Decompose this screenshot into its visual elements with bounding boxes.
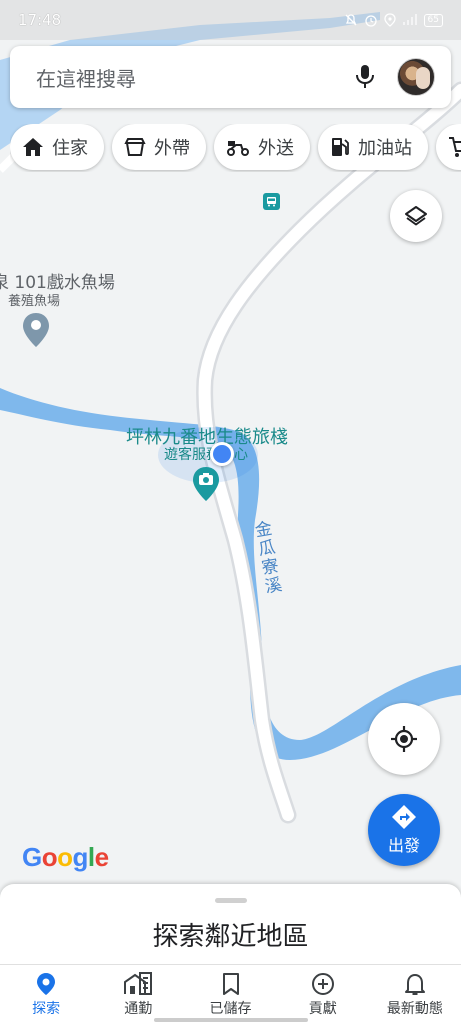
nav-saved[interactable]: 已儲存 bbox=[184, 965, 276, 1024]
home-indicator[interactable] bbox=[154, 1018, 308, 1022]
nav-saved-label: 已儲存 bbox=[209, 1000, 252, 1017]
chip-gas-station[interactable]: 加油站 bbox=[318, 124, 428, 170]
drag-handle[interactable] bbox=[215, 898, 247, 903]
nav-commute[interactable]: 通勤 bbox=[92, 965, 184, 1024]
nav-explore-label: 探索 bbox=[32, 1000, 61, 1017]
explore-bottom-sheet[interactable]: 探索鄰近地區 bbox=[0, 884, 461, 964]
chip-gas-station-label: 加油站 bbox=[358, 138, 412, 159]
microphone-icon[interactable] bbox=[351, 63, 379, 91]
category-chips: 住家 外帶 外送 加油站 bbox=[10, 124, 461, 172]
directions-label: 出發 bbox=[387, 836, 420, 855]
shopping-cart-icon bbox=[449, 137, 461, 157]
chip-takeout-label: 外帶 bbox=[154, 138, 190, 159]
nav-contribute[interactable]: 貢獻 bbox=[277, 965, 369, 1024]
nav-contribute-label: 貢獻 bbox=[308, 1000, 337, 1017]
home-icon bbox=[23, 138, 43, 156]
chip-home[interactable]: 住家 bbox=[10, 124, 104, 170]
search-input[interactable]: 在這裡搜尋 bbox=[36, 63, 351, 92]
nav-updates[interactable]: 最新動態 bbox=[369, 965, 461, 1024]
crosshair-icon bbox=[391, 726, 417, 752]
bookmark-icon bbox=[222, 972, 239, 995]
status-icons: 65 bbox=[344, 13, 443, 27]
nav-explore[interactable]: 探索 bbox=[0, 965, 92, 1024]
chip-shopping[interactable] bbox=[436, 124, 461, 170]
bus-stop-icon[interactable] bbox=[263, 193, 280, 210]
commute-building-icon bbox=[124, 971, 153, 995]
signal-icon bbox=[402, 14, 417, 25]
bottom-navigation: 探索 通勤 已儲存 貢獻 最新動態 bbox=[0, 964, 461, 1024]
battery-level: 65 bbox=[423, 13, 443, 27]
status-bar: 17:48 65 bbox=[0, 0, 461, 40]
status-time: 17:48 bbox=[18, 11, 62, 29]
poi-fish-farm-pin-icon[interactable] bbox=[22, 312, 50, 352]
nav-commute-label: 通勤 bbox=[124, 1000, 153, 1017]
nav-updates-label: 最新動態 bbox=[386, 1000, 443, 1017]
takeout-icon bbox=[124, 138, 146, 156]
explore-pin-icon bbox=[37, 972, 56, 995]
map-layers-button[interactable] bbox=[390, 190, 442, 242]
visitor-center-camera-pin-icon[interactable] bbox=[192, 466, 220, 506]
avatar[interactable] bbox=[397, 58, 435, 96]
chip-delivery-label: 外送 bbox=[258, 138, 294, 159]
sheet-title: 探索鄰近地區 bbox=[152, 922, 309, 952]
alarm-icon bbox=[364, 15, 377, 27]
location-status-icon bbox=[383, 13, 396, 27]
chip-takeout[interactable]: 外帶 bbox=[112, 124, 206, 170]
chip-delivery[interactable]: 外送 bbox=[214, 124, 310, 170]
chip-home-label: 住家 bbox=[52, 138, 88, 159]
poi-fish-farm-category: 養殖魚場 bbox=[8, 294, 61, 309]
poi-visitor-center-label[interactable]: 遊客服務中心 bbox=[164, 444, 248, 464]
my-location-dot bbox=[210, 442, 234, 466]
add-circle-icon bbox=[311, 972, 334, 995]
layers-icon bbox=[405, 206, 427, 226]
directions-icon bbox=[392, 805, 416, 829]
mute-bell-icon bbox=[345, 14, 357, 26]
search-bar[interactable]: 在這裡搜尋 bbox=[10, 46, 451, 108]
bell-icon bbox=[404, 973, 425, 995]
directions-button[interactable]: 出發 bbox=[368, 794, 440, 866]
google-logo: Google bbox=[22, 842, 109, 872]
gas-station-icon bbox=[332, 138, 349, 156]
delivery-scooter-icon bbox=[227, 141, 249, 156]
my-location-button[interactable] bbox=[368, 703, 440, 775]
